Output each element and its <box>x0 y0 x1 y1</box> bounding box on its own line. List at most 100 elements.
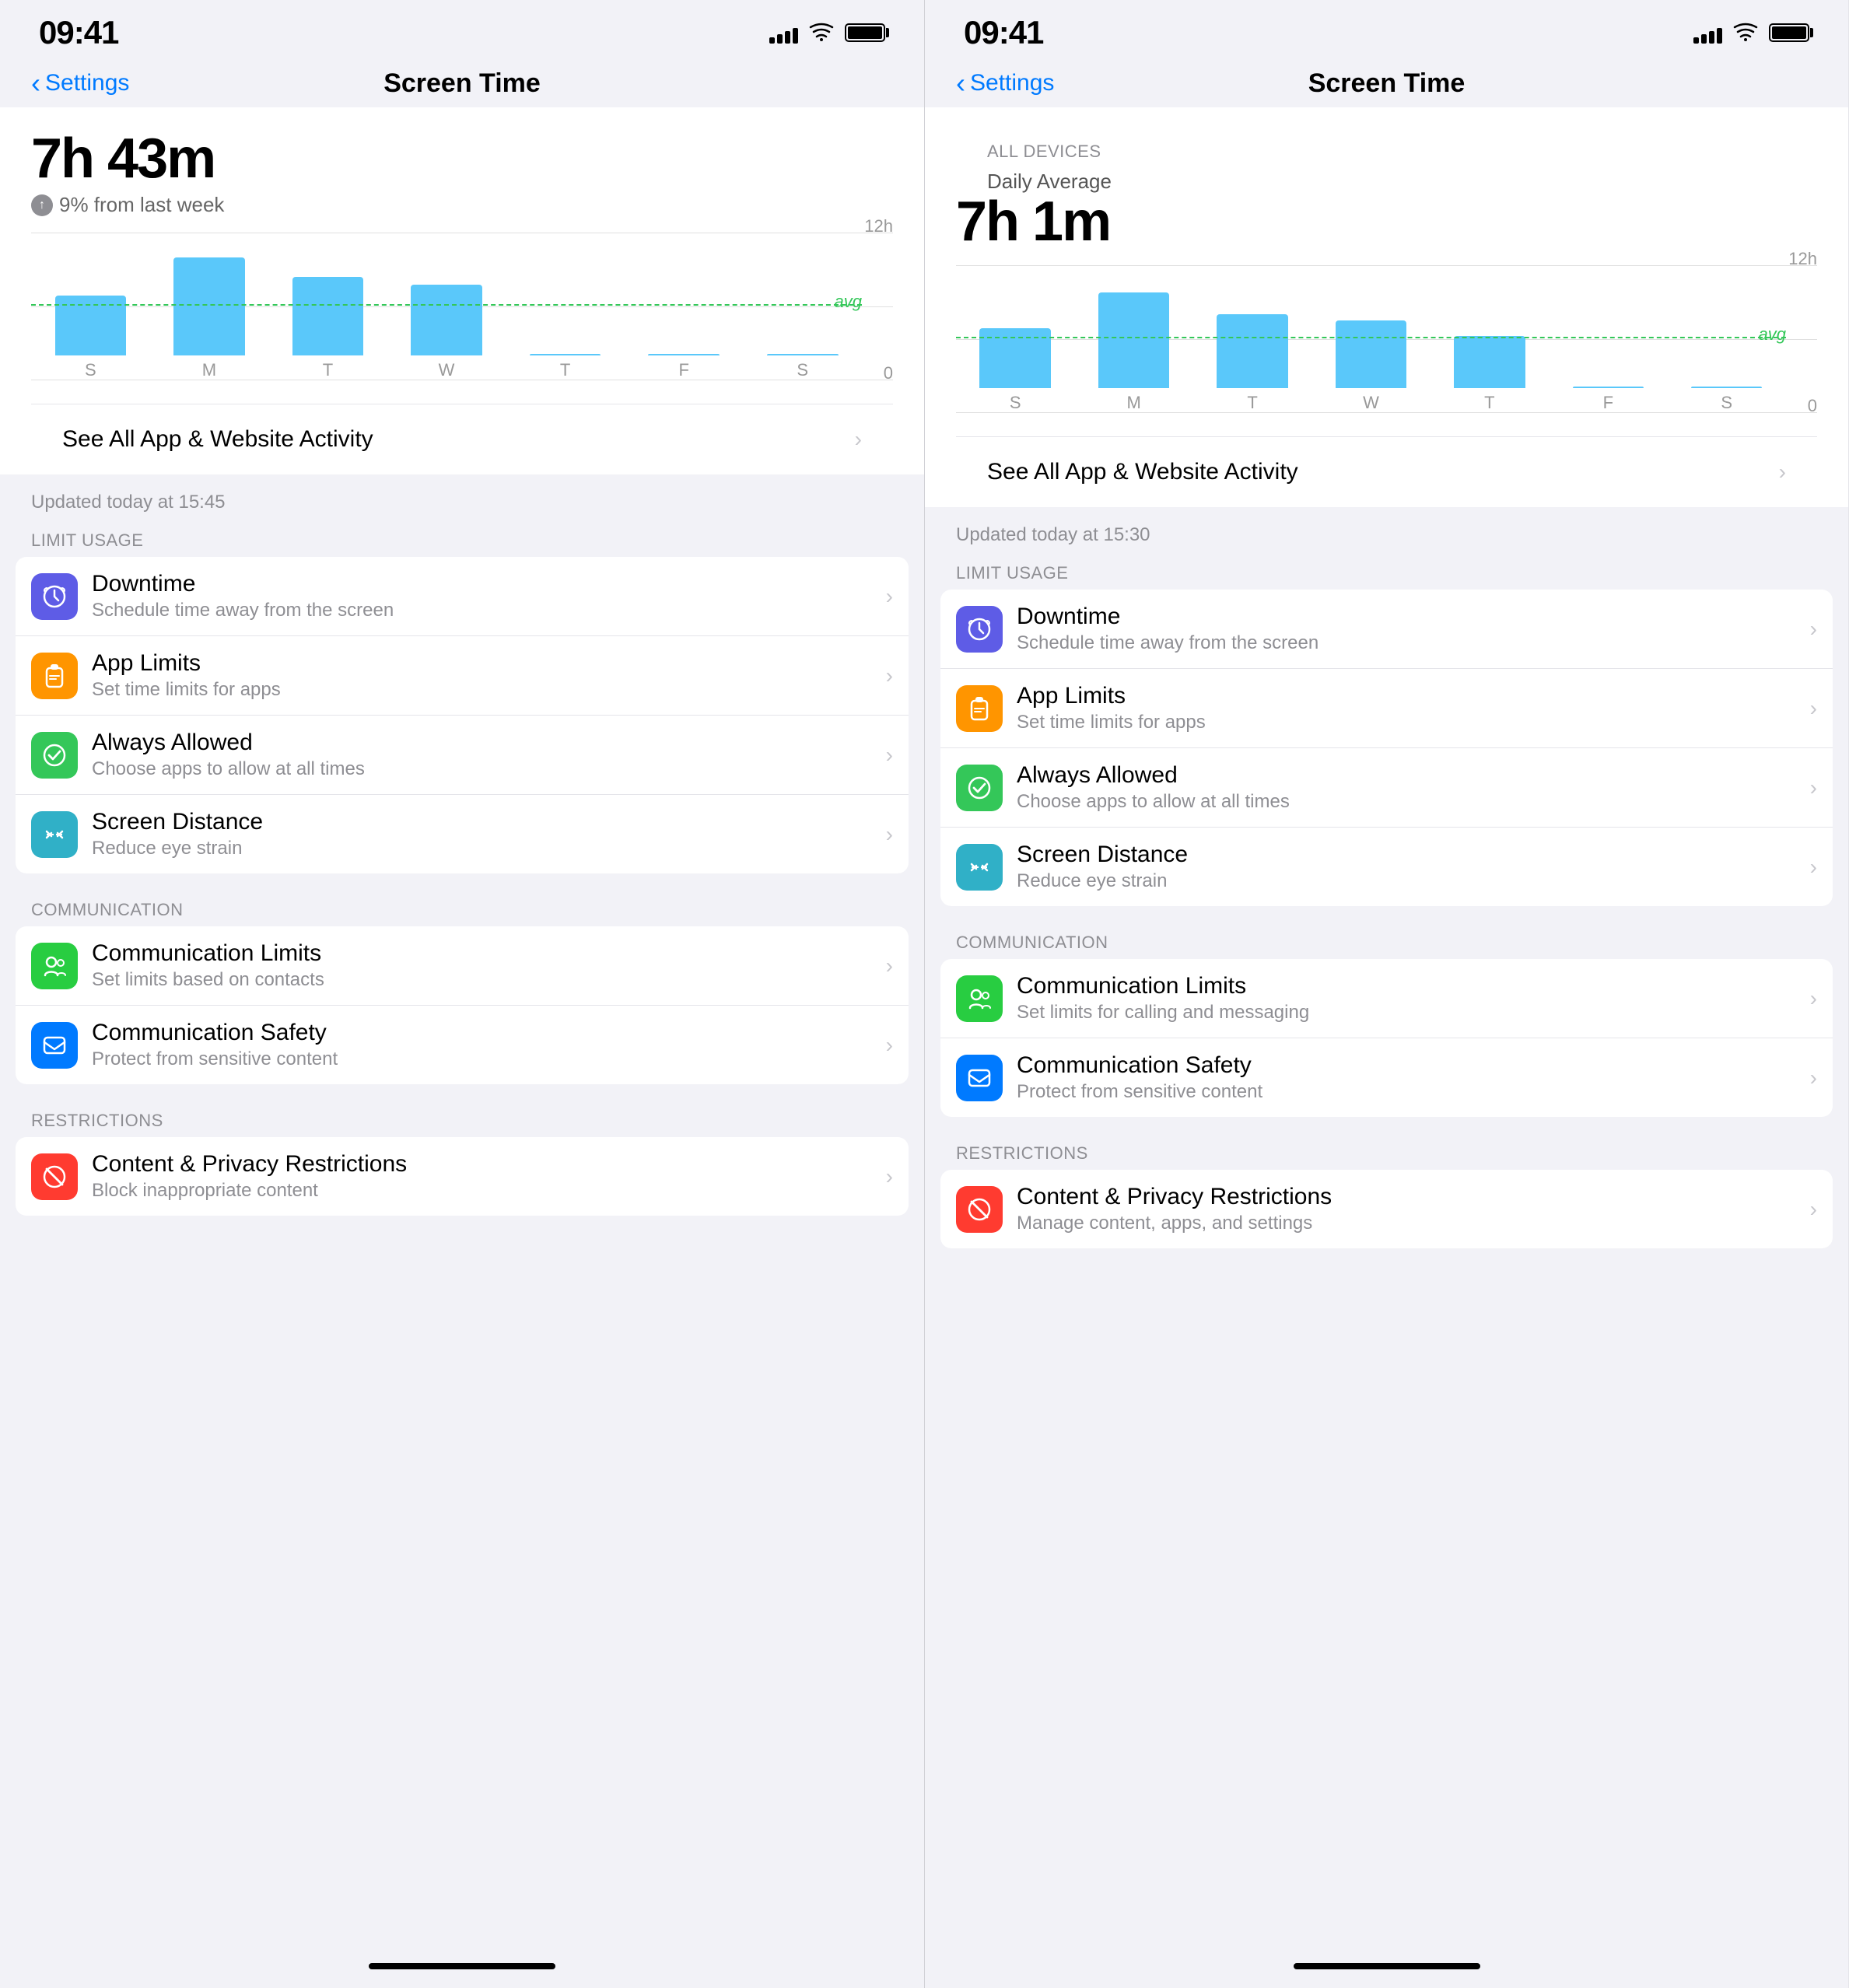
chart-bar-day-label: W <box>439 360 455 380</box>
chart-bar-item: T <box>506 354 625 380</box>
page-title: Screen Time <box>383 68 541 99</box>
row-texts: DowntimeSchedule time away from the scre… <box>1017 604 1810 654</box>
row-title: Communication Limits <box>1017 973 1810 999</box>
row-chevron-icon: › <box>1810 775 1817 800</box>
settings-row-applimits[interactable]: App LimitsSet time limits for apps› <box>16 636 909 716</box>
commlimits-icon <box>31 943 78 989</box>
chart-label-max: 12h <box>1788 249 1817 269</box>
row-chevron-icon: › <box>1810 617 1817 642</box>
downtime-icon <box>956 606 1003 653</box>
settings-group: Communication LimitsSet limits for calli… <box>940 959 1833 1117</box>
row-chevron-icon: › <box>886 954 893 978</box>
row-texts: App LimitsSet time limits for apps <box>92 650 886 701</box>
chart-bar-day-label: F <box>1603 393 1613 413</box>
chart-bar-day-label: S <box>797 360 808 380</box>
chart-bar-day-label: S <box>85 360 96 380</box>
trend-text: 9% from last week <box>59 193 224 217</box>
row-chevron-icon: › <box>1810 1066 1817 1090</box>
nav-bar: ‹ Settings Screen Time <box>0 59 924 107</box>
settings-row-alwaysallowed[interactable]: Always AllowedChoose apps to allow at al… <box>16 716 909 795</box>
row-texts: Communication LimitsSet limits based on … <box>92 940 886 991</box>
chart-bar-item: T <box>1431 336 1549 413</box>
settings-row-alwaysallowed[interactable]: Always AllowedChoose apps to allow at al… <box>940 748 1833 828</box>
chart-bars: SMTWTFS <box>956 265 1786 413</box>
row-title: Communication Safety <box>92 1020 886 1046</box>
signal-icon <box>769 22 798 44</box>
section-label-restrictions: RESTRICTIONS <box>0 1100 924 1137</box>
settings-row-screendistance[interactable]: Screen DistanceReduce eye strain› <box>940 828 1833 906</box>
row-title: Screen Distance <box>92 809 886 835</box>
nav-bar: ‹ Settings Screen Time <box>925 59 1848 107</box>
settings-row-commsafety[interactable]: Communication SafetyProtect from sensiti… <box>16 1006 909 1084</box>
row-subtitle: Reduce eye strain <box>92 838 886 859</box>
row-chevron-icon: › <box>886 822 893 847</box>
chart-bar-day-label: T <box>323 360 333 380</box>
row-subtitle: Set limits based on contacts <box>92 969 886 991</box>
chart-bar-day-label: T <box>560 360 570 380</box>
row-texts: Communication LimitsSet limits for calli… <box>1017 973 1810 1024</box>
back-button[interactable]: ‹ Settings <box>31 67 129 100</box>
section-label-restrictions: RESTRICTIONS <box>925 1132 1848 1170</box>
updated-text: Updated today at 15:30 <box>925 513 1848 552</box>
alwaysallowed-icon <box>956 765 1003 811</box>
status-time: 09:41 <box>39 14 118 51</box>
chart-bar-day-label: F <box>678 360 688 380</box>
usage-trend: ↑ 9% from last week <box>31 193 893 217</box>
settings-row-downtime[interactable]: DowntimeSchedule time away from the scre… <box>940 590 1833 669</box>
settings-row-commlimits[interactable]: Communication LimitsSet limits based on … <box>16 926 909 1006</box>
row-chevron-icon: › <box>886 663 893 688</box>
row-subtitle: Block inappropriate content <box>92 1180 886 1202</box>
row-chevron-icon: › <box>1810 1197 1817 1222</box>
chart-bar-item: M <box>150 257 269 380</box>
daily-average-label: Daily Average <box>956 163 1817 194</box>
section-label-communication: COMMUNICATION <box>925 922 1848 959</box>
row-chevron-icon: › <box>886 1164 893 1189</box>
settings-row-commlimits[interactable]: Communication LimitsSet limits for calli… <box>940 959 1833 1038</box>
commsafety-icon <box>956 1055 1003 1101</box>
wifi-icon <box>1733 21 1758 45</box>
row-texts: Content & Privacy RestrictionsBlock inap… <box>92 1151 886 1202</box>
back-label: Settings <box>970 70 1054 96</box>
home-bar <box>1294 1963 1480 1969</box>
row-subtitle: Set time limits for apps <box>92 679 886 701</box>
chart-avg-label: avg <box>835 292 862 312</box>
settings-row-commsafety[interactable]: Communication SafetyProtect from sensiti… <box>940 1038 1833 1117</box>
row-texts: Content & Privacy RestrictionsManage con… <box>1017 1184 1810 1234</box>
commsafety-icon <box>31 1022 78 1069</box>
chart-avg-line: avg <box>956 337 1786 338</box>
row-title: App Limits <box>92 650 886 677</box>
chart-bar-item: S <box>1668 387 1786 413</box>
usage-card: 7h 43m ↑ 9% from last week 12h0avgSMTWTF… <box>0 107 924 474</box>
chart-bar-item: S <box>743 354 862 380</box>
back-chevron-icon: ‹ <box>31 67 40 100</box>
applimits-icon <box>31 653 78 699</box>
chevron-right-icon: › <box>855 427 862 452</box>
row-chevron-icon: › <box>1810 855 1817 880</box>
row-subtitle: Choose apps to allow at all times <box>1017 791 1810 813</box>
back-button[interactable]: ‹ Settings <box>956 67 1054 100</box>
chart-bar <box>767 354 839 355</box>
settings-row-downtime[interactable]: DowntimeSchedule time away from the scre… <box>16 557 909 636</box>
status-icons <box>1693 21 1809 45</box>
chart-bar-item: T <box>268 277 387 380</box>
row-texts: Screen Distance Reduce eye strain <box>92 809 886 859</box>
settings-row-screendistance[interactable]: Screen Distance Reduce eye strain› <box>16 795 909 873</box>
row-chevron-icon: › <box>886 1033 893 1058</box>
settings-row-contentprivacy[interactable]: Content & Privacy RestrictionsBlock inap… <box>16 1137 909 1216</box>
chart-bar <box>173 257 245 355</box>
see-all-activity-row[interactable]: See All App & Website Activity › <box>956 436 1817 507</box>
wifi-icon <box>809 21 834 45</box>
row-subtitle: Set time limits for apps <box>1017 712 1810 733</box>
chart-label-zero: 0 <box>1808 396 1817 416</box>
chart-bar <box>1217 314 1287 388</box>
settings-row-applimits[interactable]: App LimitsSet time limits for apps› <box>940 669 1833 748</box>
row-title: Always Allowed <box>1017 762 1810 789</box>
chart-bar-day-label: T <box>1484 393 1494 413</box>
settings-row-contentprivacy[interactable]: Content & Privacy RestrictionsManage con… <box>940 1170 1833 1248</box>
row-texts: Communication SafetyProtect from sensiti… <box>1017 1052 1810 1103</box>
page-title: Screen Time <box>1308 68 1466 99</box>
chart-bar-item: W <box>1311 320 1430 413</box>
chart-bar <box>1098 292 1169 388</box>
see-all-text: See All App & Website Activity <box>987 459 1298 485</box>
see-all-activity-row[interactable]: See All App & Website Activity › <box>31 404 893 474</box>
